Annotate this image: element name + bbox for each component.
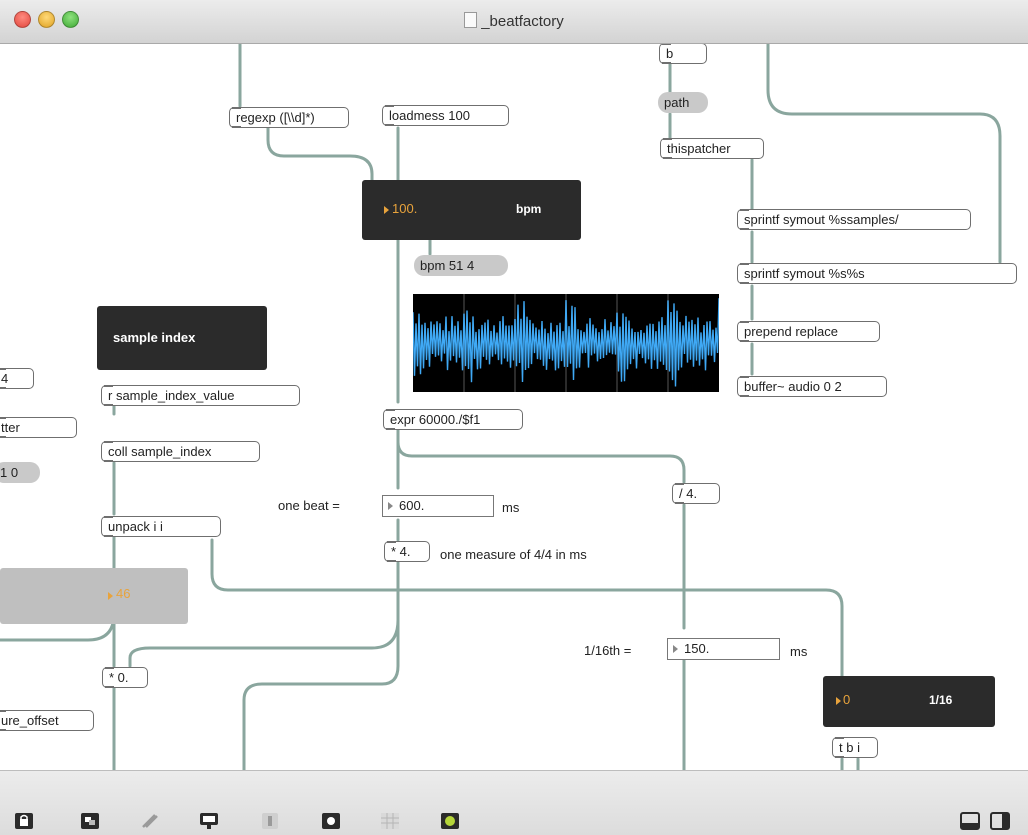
left-partial-object-3[interactable]: ure_offset (0, 710, 94, 731)
buffer-object-text: buffer~ audio 0 2 (744, 379, 842, 394)
snapshot-icon[interactable] (440, 812, 460, 830)
bpm-message-text: bpm 51 4 (420, 258, 475, 273)
expr-object[interactable]: expr 60000./$f1 (383, 409, 523, 430)
clue-icon[interactable] (321, 812, 341, 830)
right-sidebar-icon[interactable] (990, 812, 1010, 830)
window-title-text: _beatfactory (481, 13, 564, 30)
sprintf-symout-object[interactable]: sprintf symout %s%s (737, 263, 1017, 284)
left-number-triangle-icon (108, 592, 113, 600)
waveform-display[interactable] (412, 294, 720, 392)
bpm-number-panel[interactable]: 100. bpm (362, 180, 581, 240)
beat-ms-value: 600. (399, 498, 425, 513)
sprintf-samples-object[interactable]: sprintf symout %ssamples/ (737, 209, 971, 230)
bpm-message[interactable]: bpm 51 4 (414, 255, 508, 276)
buffer-object[interactable]: buffer~ audio 0 2 (737, 376, 887, 397)
patcher-toolbar (0, 770, 1028, 835)
sixteenth-ms-unit-label: ms (790, 644, 808, 659)
document-icon (464, 12, 478, 28)
left-number-box[interactable]: 46 (0, 568, 188, 624)
beat-ms-unit-label: ms (502, 500, 520, 515)
left-partial-object-1[interactable]: 4 (0, 368, 34, 389)
loadmess-object[interactable]: loadmess 100 (382, 105, 509, 126)
beat-ms-triangle-icon (388, 502, 393, 510)
presentation-icon[interactable] (80, 812, 100, 830)
sprintf-samples-object-text: sprintf symout %ssamples/ (744, 212, 899, 227)
multiply-4-object-text: * 4. (391, 544, 411, 559)
sixteenth-ms-value: 150. (684, 641, 710, 656)
measure-label: one measure of 4/4 in ms (440, 547, 587, 562)
bpm-value: 100. (392, 201, 418, 216)
loadmess-object-text: loadmess 100 (389, 108, 470, 123)
divide-4-object-text: / 4. (679, 486, 698, 501)
multiply-4-object[interactable]: * 4. (384, 541, 430, 562)
waveform-graph (412, 294, 720, 392)
window-titlebar: _beatfactory (0, 0, 1028, 44)
prepend-object[interactable]: prepend replace (737, 321, 880, 342)
thispatcher-object-text: thispatcher (667, 141, 731, 156)
regexp-object-text: regexp ([\\d]*) (236, 110, 315, 125)
trigger-object[interactable]: t b i (832, 737, 878, 758)
left-sidebar-icon[interactable] (960, 812, 980, 830)
thispatcher-object[interactable]: thispatcher (660, 138, 764, 159)
coll-object[interactable]: coll sample_index (101, 441, 260, 462)
division-unit-label: 1/16 (929, 693, 953, 707)
unpack-object[interactable]: unpack i i (101, 516, 221, 537)
top-partial-object-text: b (666, 46, 674, 61)
beat-ms-number[interactable]: 600. (382, 495, 494, 517)
regexp-object[interactable]: regexp ([\\d]*) (229, 107, 349, 128)
prepend-object-text: prepend replace (744, 324, 838, 339)
path-message-text: path (664, 95, 690, 110)
left-partial-message-text: 1 0 (0, 465, 19, 480)
receive-object-text: r sample_index_value (108, 388, 235, 403)
sixteenth-ms-triangle-icon (673, 645, 678, 653)
divide-4-object[interactable]: / 4. (672, 483, 720, 504)
bpm-unit-label: bpm (516, 202, 542, 216)
division-value: 0 (843, 692, 851, 707)
coll-object-text: coll sample_index (108, 444, 212, 459)
bpm-triangle-icon (384, 206, 389, 214)
left-partial-object-1-text: 4 (1, 371, 9, 386)
expr-object-text: expr 60000./$f1 (390, 412, 481, 427)
trigger-object-text: t b i (839, 740, 860, 755)
multiply-0-object[interactable]: * 0. (102, 667, 148, 688)
left-partial-message[interactable]: 1 0 (0, 462, 40, 483)
unpack-object-text: unpack i i (108, 519, 163, 534)
top-partial-object[interactable]: b (659, 44, 707, 64)
division-triangle-icon (836, 697, 841, 705)
window-title: _beatfactory (0, 12, 1028, 30)
sixteenth-label: 1/16th = (584, 643, 632, 658)
left-partial-object-3-text: ure_offset (1, 713, 59, 728)
left-partial-object-2-text: tter (1, 420, 20, 435)
sprintf-symout-object-text: sprintf symout %s%s (744, 266, 865, 281)
inspector-icon[interactable] (260, 812, 280, 830)
multiply-0-object-text: * 0. (109, 670, 129, 685)
patcher-canvas[interactable]: b regexp ([\\d]*) loadmess 100 path this… (0, 44, 1028, 770)
left-number-value: 46 (116, 586, 131, 601)
division-number-panel[interactable]: 0 1/16 (823, 676, 995, 727)
patch-cords (0, 44, 1002, 770)
left-partial-object-2[interactable]: tter (0, 417, 77, 438)
grid-icon[interactable] (380, 812, 400, 830)
debug-icon[interactable] (199, 812, 219, 830)
path-message[interactable]: path (658, 92, 708, 113)
sample-index-title: sample index (113, 330, 196, 345)
receive-object[interactable]: r sample_index_value (101, 385, 300, 406)
paint-icon[interactable] (140, 812, 160, 830)
lock-icon[interactable] (14, 812, 34, 830)
one-beat-label: one beat = (278, 498, 340, 513)
sixteenth-ms-number[interactable]: 150. (667, 638, 780, 660)
sample-index-panel: sample index (97, 306, 267, 370)
